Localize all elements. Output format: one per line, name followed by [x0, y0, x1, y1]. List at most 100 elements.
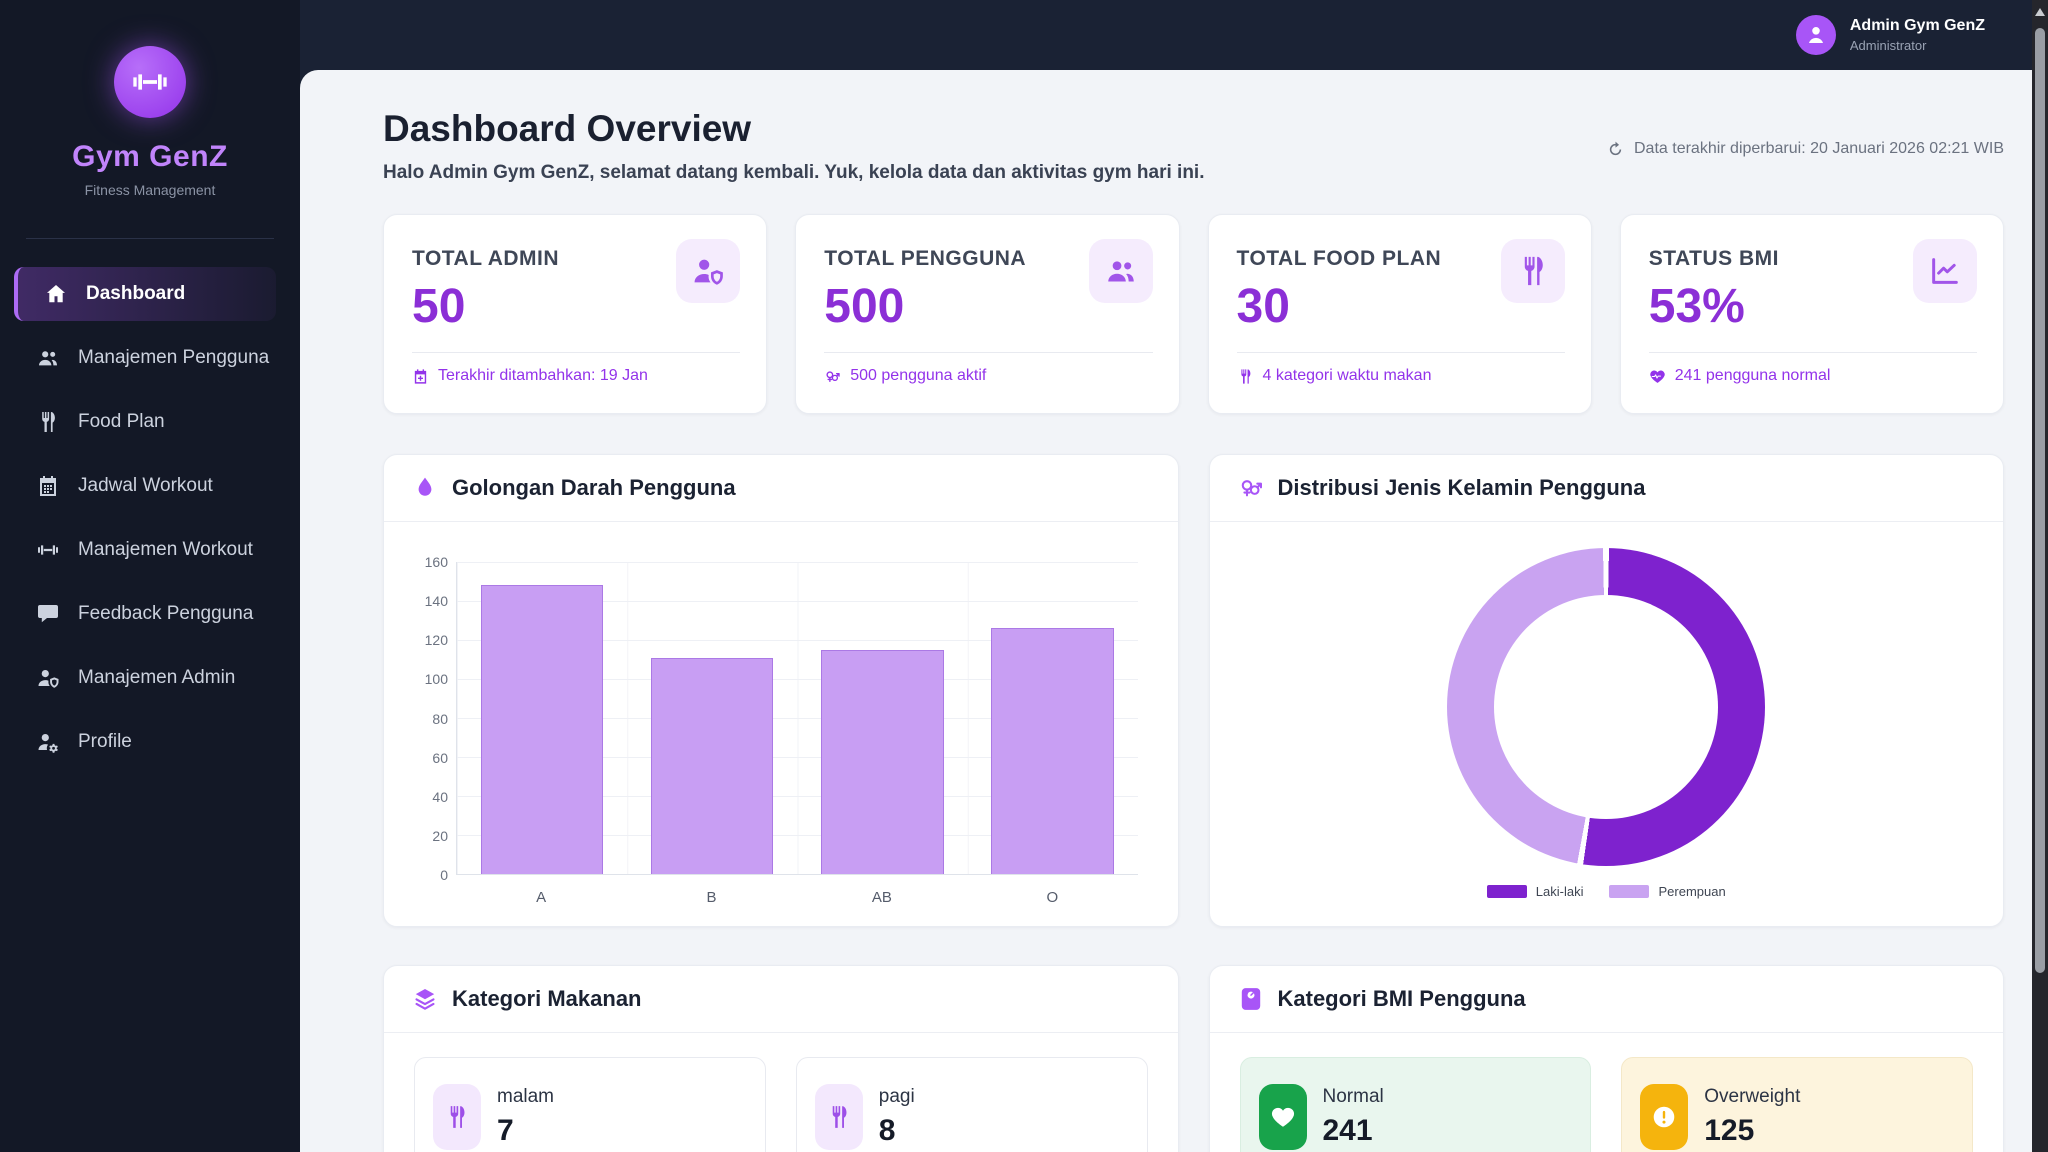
bmi-category-value: 241 — [1323, 1114, 1384, 1148]
panel-header: Golongan Darah Pengguna — [384, 455, 1178, 522]
stat-footer: 241 pengguna normal — [1649, 367, 1977, 385]
user-circle-icon — [1803, 22, 1829, 48]
panel-header: Kategori Makanan — [384, 966, 1178, 1033]
bar-blood-b — [651, 658, 773, 874]
bmi-category-normal: Normal 241 — [1240, 1057, 1592, 1152]
stat-footer-text: 241 pengguna normal — [1675, 367, 1831, 385]
sidebar-item-label: Feedback Pengguna — [78, 603, 253, 625]
layers-icon — [412, 986, 438, 1012]
users-icon — [1089, 239, 1153, 303]
stat-label: TOTAL ADMIN — [412, 239, 559, 271]
y-tick: 160 — [425, 554, 448, 570]
y-tick: 100 — [425, 671, 448, 687]
heart-icon — [1259, 1084, 1307, 1150]
alert-icon — [1640, 1084, 1688, 1150]
scrollbar-thumb[interactable] — [2035, 28, 2045, 973]
y-tick: 60 — [432, 750, 448, 766]
utensils-icon — [1237, 368, 1254, 385]
sidebar-item-dashboard[interactable]: Dashboard — [14, 267, 276, 321]
dumbbell-icon — [130, 62, 170, 102]
page-header-left: Dashboard Overview Halo Admin Gym GenZ, … — [383, 108, 1204, 184]
sidebar: Gym GenZ Fitness Management Dashboard Ma… — [0, 0, 300, 1152]
sidebar-item-manajemen-pengguna[interactable]: Manajemen Pengguna — [0, 331, 276, 385]
legend-item-laki-laki[interactable]: Laki-laki — [1487, 884, 1584, 899]
stat-footer: 4 kategori waktu makan — [1237, 367, 1565, 385]
stat-card-status-bmi: STATUS BMI 53% 241 pengguna normal — [1620, 214, 2004, 414]
brand: Gym GenZ Fitness Management — [0, 0, 300, 198]
panel-title: Kategori BMI Pengguna — [1278, 986, 1526, 1012]
bmi-category-label: Overweight — [1704, 1086, 1800, 1108]
utensils-icon — [36, 410, 60, 434]
sidebar-item-manajemen-workout[interactable]: Manajemen Workout — [0, 523, 276, 577]
venus-mars-icon — [1238, 475, 1264, 501]
stat-footer-text: 4 kategori waktu makan — [1263, 367, 1432, 385]
sidebar-item-profile[interactable]: Profile — [0, 715, 276, 769]
divider — [1237, 352, 1565, 353]
bar-blood-a — [481, 585, 603, 874]
sidebar-item-jadwal-workout[interactable]: Jadwal Workout — [0, 459, 276, 513]
utensils-icon — [433, 1084, 481, 1150]
dumbbell-icon — [36, 538, 60, 562]
calendar-icon — [36, 474, 60, 498]
bar-blood-o — [991, 628, 1113, 874]
last-updated: Data terakhir diperbarui: 20 Januari 202… — [1607, 140, 2004, 158]
panel-title: Golongan Darah Pengguna — [452, 475, 736, 501]
sidebar-item-label: Manajemen Admin — [78, 667, 235, 689]
bmi-category-grid: Normal 241 Overweight 125 — [1210, 1033, 2004, 1152]
utensils-icon — [815, 1084, 863, 1150]
last-updated-text: Data terakhir diperbarui: 20 Januari 202… — [1634, 140, 2004, 158]
stat-card-total-pengguna: TOTAL PENGGUNA 500 500 pengguna aktif — [795, 214, 1179, 414]
food-category-value: 7 — [497, 1114, 554, 1148]
panel-title: Kategori Makanan — [452, 986, 642, 1012]
blood-type-chart-card: Golongan Darah Pengguna 160 140 120 100 … — [383, 454, 1179, 927]
user-menu[interactable]: Admin Gym GenZ Administrator — [1796, 15, 1985, 55]
gender-chart-card: Distribusi Jenis Kelamin Pengguna Laki-l… — [1209, 454, 2005, 927]
avatar — [1796, 15, 1836, 55]
sidebar-item-label: Food Plan — [78, 411, 165, 433]
bmi-category-overweight: Overweight 125 — [1621, 1057, 1973, 1152]
chart-line-icon — [1913, 239, 1977, 303]
bmi-category-value: 125 — [1704, 1114, 1800, 1148]
topbar: Admin Gym GenZ Administrator — [300, 0, 2048, 70]
legend-label: Laki-laki — [1536, 884, 1584, 899]
venus-mars-icon — [824, 368, 841, 385]
user-gear-icon — [36, 730, 60, 754]
stat-footer-text: Terakhir ditambahkan: 19 Jan — [438, 367, 648, 385]
comment-icon — [36, 602, 60, 626]
food-category-pagi: pagi 8 — [796, 1057, 1148, 1152]
sidebar-item-food-plan[interactable]: Food Plan — [0, 395, 276, 449]
y-tick: 20 — [432, 828, 448, 844]
y-tick: 0 — [440, 867, 448, 883]
scroll-up-arrow[interactable] — [2032, 0, 2048, 24]
x-label: AB — [797, 889, 967, 906]
x-label: B — [626, 889, 796, 906]
bar-blood-ab — [821, 650, 943, 874]
user-name: Admin Gym GenZ — [1850, 17, 1985, 35]
food-category-value: 8 — [879, 1114, 915, 1148]
gender-donut — [1447, 548, 1765, 866]
calendar-plus-icon — [412, 368, 429, 385]
divider — [412, 352, 740, 353]
y-tick: 120 — [425, 632, 448, 648]
user-shield-icon — [676, 239, 740, 303]
stat-value: 30 — [1237, 279, 1442, 334]
sidebar-item-feedback-pengguna[interactable]: Feedback Pengguna — [0, 587, 276, 641]
weight-scale-icon — [1238, 986, 1264, 1012]
heart-pulse-icon — [1649, 368, 1666, 385]
sidebar-item-label: Manajemen Pengguna — [78, 347, 269, 369]
charts-row: Golongan Darah Pengguna 160 140 120 100 … — [383, 454, 2004, 927]
stat-footer: Terakhir ditambahkan: 19 Jan — [412, 367, 740, 385]
food-category-malam: malam 7 — [414, 1057, 766, 1152]
bottom-row: Kategori Makanan malam 7 — [383, 965, 2004, 1152]
food-category-label: malam — [497, 1086, 554, 1108]
bar-chart: 160 140 120 100 80 60 40 20 0 — [384, 522, 1178, 906]
refresh-icon[interactable] — [1607, 141, 1624, 158]
x-label: O — [967, 889, 1137, 906]
user-shield-icon — [36, 666, 60, 690]
stat-value: 53% — [1649, 279, 1779, 334]
legend-item-perempuan[interactable]: Perempuan — [1609, 884, 1725, 899]
stat-label: STATUS BMI — [1649, 239, 1779, 271]
bmi-category-label: Normal — [1323, 1086, 1384, 1108]
sidebar-item-manajemen-admin[interactable]: Manajemen Admin — [0, 651, 276, 705]
utensils-icon — [1501, 239, 1565, 303]
